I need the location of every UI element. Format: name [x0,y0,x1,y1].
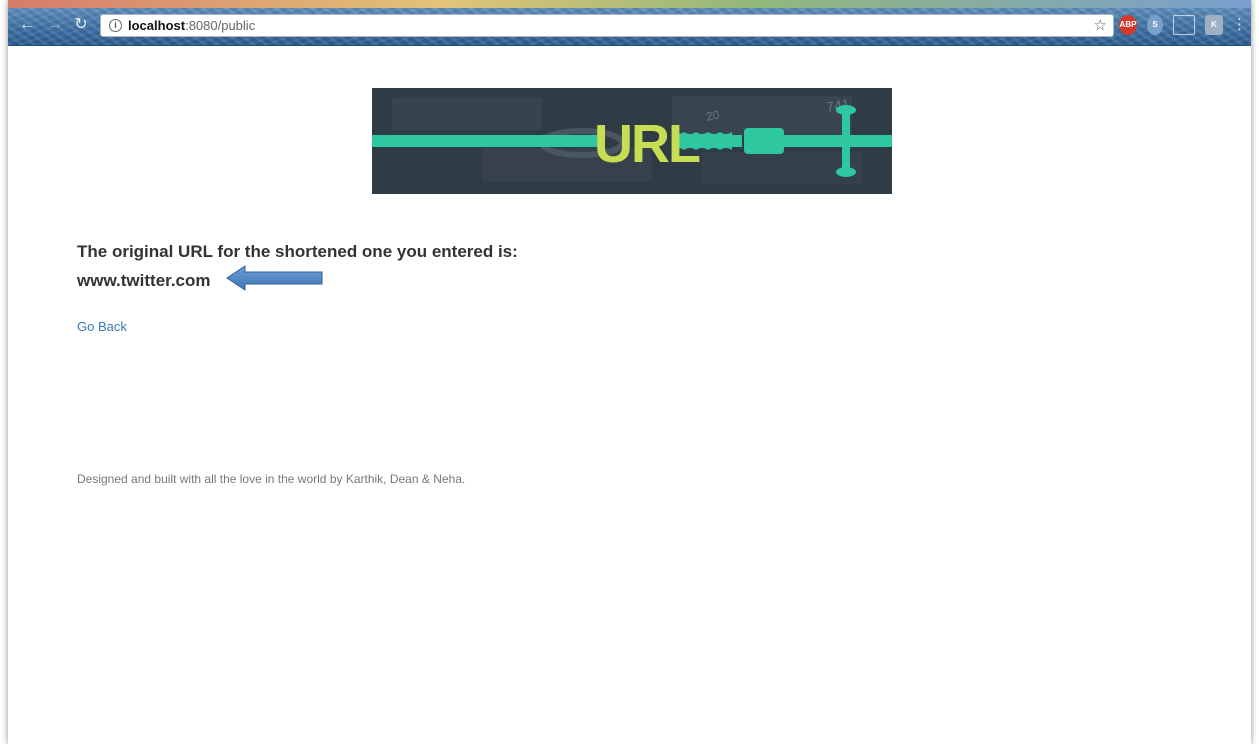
url-path: :8080/public [185,18,256,33]
url-shortener-banner: 20 741 URL [372,88,892,194]
forward-arrow-icon[interactable]: → [44,14,66,36]
result-headline: The original URL for the shortened one y… [77,242,518,261]
url-host: localhost [128,18,186,33]
tab-strip [8,0,1251,8]
s-extension-icon[interactable]: S [1147,15,1163,35]
pointer-arrow-icon [226,265,323,291]
browser-window: ← → ↻ i localhost:8080/public ☆ ABP S K … [8,0,1251,744]
banner-graphic: 20 741 URL [372,88,892,194]
original-url-value: www.twitter.com [77,271,211,290]
address-bar[interactable]: i localhost:8080/public ☆ [100,14,1114,37]
bookmark-star-icon[interactable]: ☆ [1094,16,1107,34]
footer-credit: Designed and built with all the love in … [77,472,466,486]
back-arrow-icon[interactable]: ← [16,14,38,36]
adblock-extension-icon[interactable]: ABP [1119,15,1137,35]
reload-icon[interactable]: ↻ [70,14,92,36]
browser-menu-icon[interactable]: ⋮ [1232,14,1247,36]
page-content: 20 741 URL The original URL for the shor… [8,46,1251,744]
info-icon[interactable]: i [109,19,122,32]
go-back-link[interactable]: Go Back [77,319,127,334]
cast-icon[interactable] [1173,15,1195,35]
banner-logo-text: URL [594,114,700,174]
k-extension-icon[interactable]: K [1205,15,1223,35]
